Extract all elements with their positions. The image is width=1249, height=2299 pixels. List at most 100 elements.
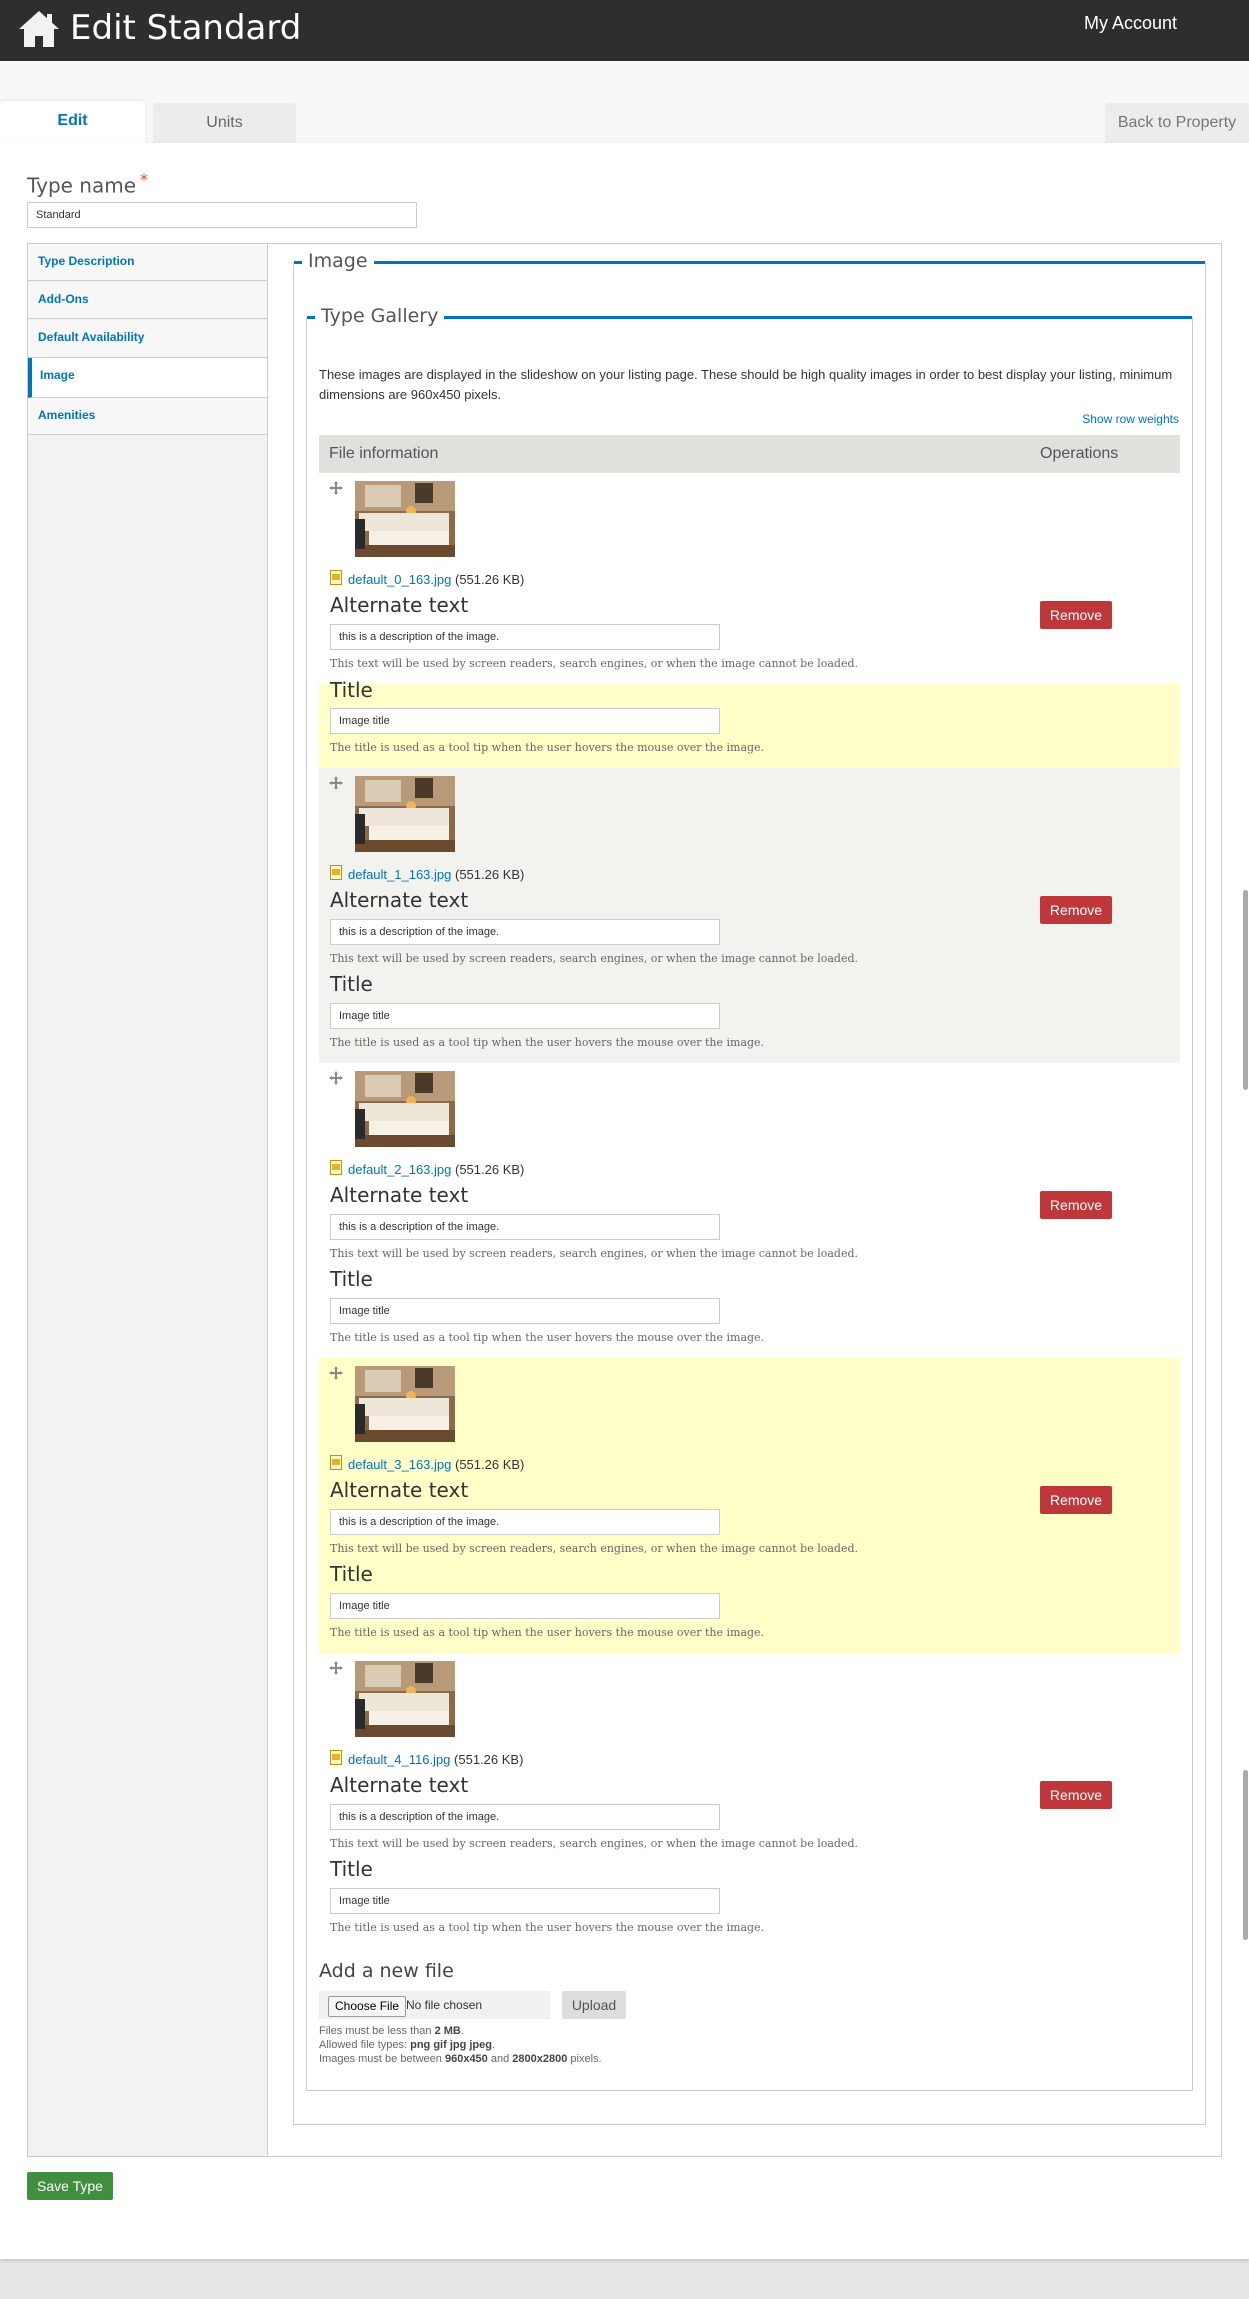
file-size: (551.26 KB): [454, 1752, 524, 1767]
column-operations: Operations: [1040, 445, 1119, 462]
table-row: default_1_163.jpg (551.26 KB) Alternate …: [319, 768, 1180, 1063]
title-input[interactable]: [330, 1003, 720, 1029]
show-row-weights-link[interactable]: Show row weights: [1082, 412, 1179, 426]
drag-handle-icon[interactable]: [329, 776, 343, 790]
scrollbar-thumb-secondary[interactable]: [1243, 1770, 1248, 1940]
title-help: The title is used as a tool tip when the…: [330, 1331, 765, 1344]
vtab-default-availability[interactable]: Default Availability: [28, 320, 267, 358]
gallery-legend: Type Gallery: [315, 305, 445, 327]
title-input[interactable]: [330, 1888, 720, 1914]
file-size: (551.26 KB): [455, 1457, 525, 1472]
file-link[interactable]: default_3_163.jpg (551.26 KB): [348, 1457, 524, 1472]
image-legend-line: [294, 261, 1205, 264]
image-thumbnail: [355, 1661, 455, 1737]
table-header: File information Operations: [319, 435, 1180, 473]
alt-text-input[interactable]: [330, 1509, 720, 1535]
alt-text-label: Alternate text: [330, 1183, 469, 1207]
alt-text-help: This text will be used by screen readers…: [330, 1542, 859, 1555]
type-name-input[interactable]: [27, 202, 417, 228]
file-chooser[interactable]: Choose File No file chosen: [319, 1991, 550, 2019]
remove-button[interactable]: Remove: [1040, 1486, 1112, 1514]
vertical-tabs-nav: [27, 243, 268, 2157]
file-size: (551.26 KB): [455, 867, 525, 882]
drag-handle-icon[interactable]: [329, 481, 343, 495]
image-file-icon: [330, 1455, 342, 1470]
title-input[interactable]: [330, 708, 720, 734]
alt-text-help: This text will be used by screen readers…: [330, 1247, 859, 1260]
type-name-label: Type name *: [27, 170, 149, 198]
tab-edit[interactable]: Edit: [0, 101, 145, 143]
title-label: Title: [330, 972, 373, 996]
vtab-type-description[interactable]: Type Description: [28, 244, 267, 281]
image-file-icon: [330, 1750, 342, 1765]
alt-text-help: This text will be used by screen readers…: [330, 657, 859, 670]
drag-handle-icon[interactable]: [329, 1661, 343, 1675]
upload-button[interactable]: Upload: [562, 1991, 626, 2019]
vtab-add-ons[interactable]: Add-Ons: [28, 282, 267, 319]
title-label: Title: [330, 1857, 373, 1881]
choose-file-button[interactable]: Choose File: [328, 1996, 407, 2017]
file-link[interactable]: default_4_116.jpg (551.26 KB): [348, 1752, 523, 1767]
file-name[interactable]: default_1_163.jpg: [348, 867, 451, 882]
title-input[interactable]: [330, 1298, 720, 1324]
image-dimension-limits: Images must be between 960x450 and 2800x…: [319, 2053, 602, 2065]
file-name[interactable]: default_4_116.jpg: [348, 1752, 450, 1767]
alt-text-label: Alternate text: [330, 593, 469, 617]
file-name[interactable]: default_2_163.jpg: [348, 1162, 451, 1177]
alt-text-input[interactable]: [330, 624, 720, 650]
title-input[interactable]: [330, 1593, 720, 1619]
back-to-property-tab[interactable]: Back to Property: [1105, 103, 1249, 143]
save-type-button[interactable]: Save Type: [27, 2172, 113, 2200]
file-link[interactable]: default_1_163.jpg (551.26 KB): [348, 867, 524, 882]
image-file-icon: [330, 570, 342, 585]
title-help: The title is used as a tool tip when the…: [330, 1036, 765, 1049]
required-marker: *: [140, 170, 149, 189]
image-file-icon: [330, 1160, 342, 1175]
my-account-link[interactable]: My Account: [1084, 13, 1177, 34]
table-row: default_2_163.jpg (551.26 KB) Alternate …: [319, 1063, 1180, 1358]
table-row: default_4_116.jpg (551.26 KB) Alternate …: [319, 1653, 1180, 1948]
no-file-chosen-text: No file chosen: [406, 1998, 483, 2012]
add-new-file-label: Add a new file: [319, 1960, 454, 1982]
column-file-information: File information: [329, 445, 439, 462]
image-thumbnail: [355, 1366, 455, 1442]
file-name[interactable]: default_3_163.jpg: [348, 1457, 451, 1472]
remove-button[interactable]: Remove: [1040, 601, 1112, 629]
image-thumbnail: [355, 1071, 455, 1147]
title-subrow: Title The title is used as a tool tip wh…: [319, 678, 1180, 768]
drag-handle-icon[interactable]: [329, 1366, 343, 1380]
file-size: (551.26 KB): [455, 1162, 525, 1177]
title-label: Title: [330, 1267, 373, 1291]
title-help: The title is used as a tool tip when the…: [330, 741, 765, 754]
remove-button[interactable]: Remove: [1040, 1191, 1112, 1219]
file-size-limit: Files must be less than 2 MB.: [319, 2025, 464, 2037]
alt-text-label: Alternate text: [330, 888, 469, 912]
drag-handle-icon[interactable]: [329, 1071, 343, 1085]
title-label: Title: [330, 678, 373, 702]
alt-text-help: This text will be used by screen readers…: [330, 952, 859, 965]
image-legend: Image: [302, 250, 374, 272]
remove-button[interactable]: Remove: [1040, 1781, 1112, 1809]
alt-text-input[interactable]: [330, 1804, 720, 1830]
image-file-icon: [330, 865, 342, 880]
title-label: Title: [330, 1562, 373, 1586]
tab-units[interactable]: Units: [153, 103, 296, 143]
vtab-image[interactable]: Image: [28, 358, 267, 398]
image-thumbnail: [355, 481, 455, 557]
title-help: The title is used as a tool tip when the…: [330, 1626, 765, 1639]
alt-text-label: Alternate text: [330, 1478, 469, 1502]
scrollbar-thumb[interactable]: [1243, 890, 1248, 1090]
remove-button[interactable]: Remove: [1040, 896, 1112, 924]
file-link[interactable]: default_0_163.jpg (551.26 KB): [348, 572, 524, 587]
alt-text-input[interactable]: [330, 919, 720, 945]
file-link[interactable]: default_2_163.jpg (551.26 KB): [348, 1162, 524, 1177]
image-thumbnail: [355, 776, 455, 852]
home-icon[interactable]: [18, 9, 60, 49]
file-name[interactable]: default_0_163.jpg: [348, 572, 451, 587]
file-size: (551.26 KB): [455, 572, 525, 587]
page-title: Edit Standard: [70, 8, 302, 48]
vtab-amenities[interactable]: Amenities: [28, 398, 267, 435]
alt-text-input[interactable]: [330, 1214, 720, 1240]
title-help: The title is used as a tool tip when the…: [330, 1921, 765, 1934]
alt-text-label: Alternate text: [330, 1773, 469, 1797]
